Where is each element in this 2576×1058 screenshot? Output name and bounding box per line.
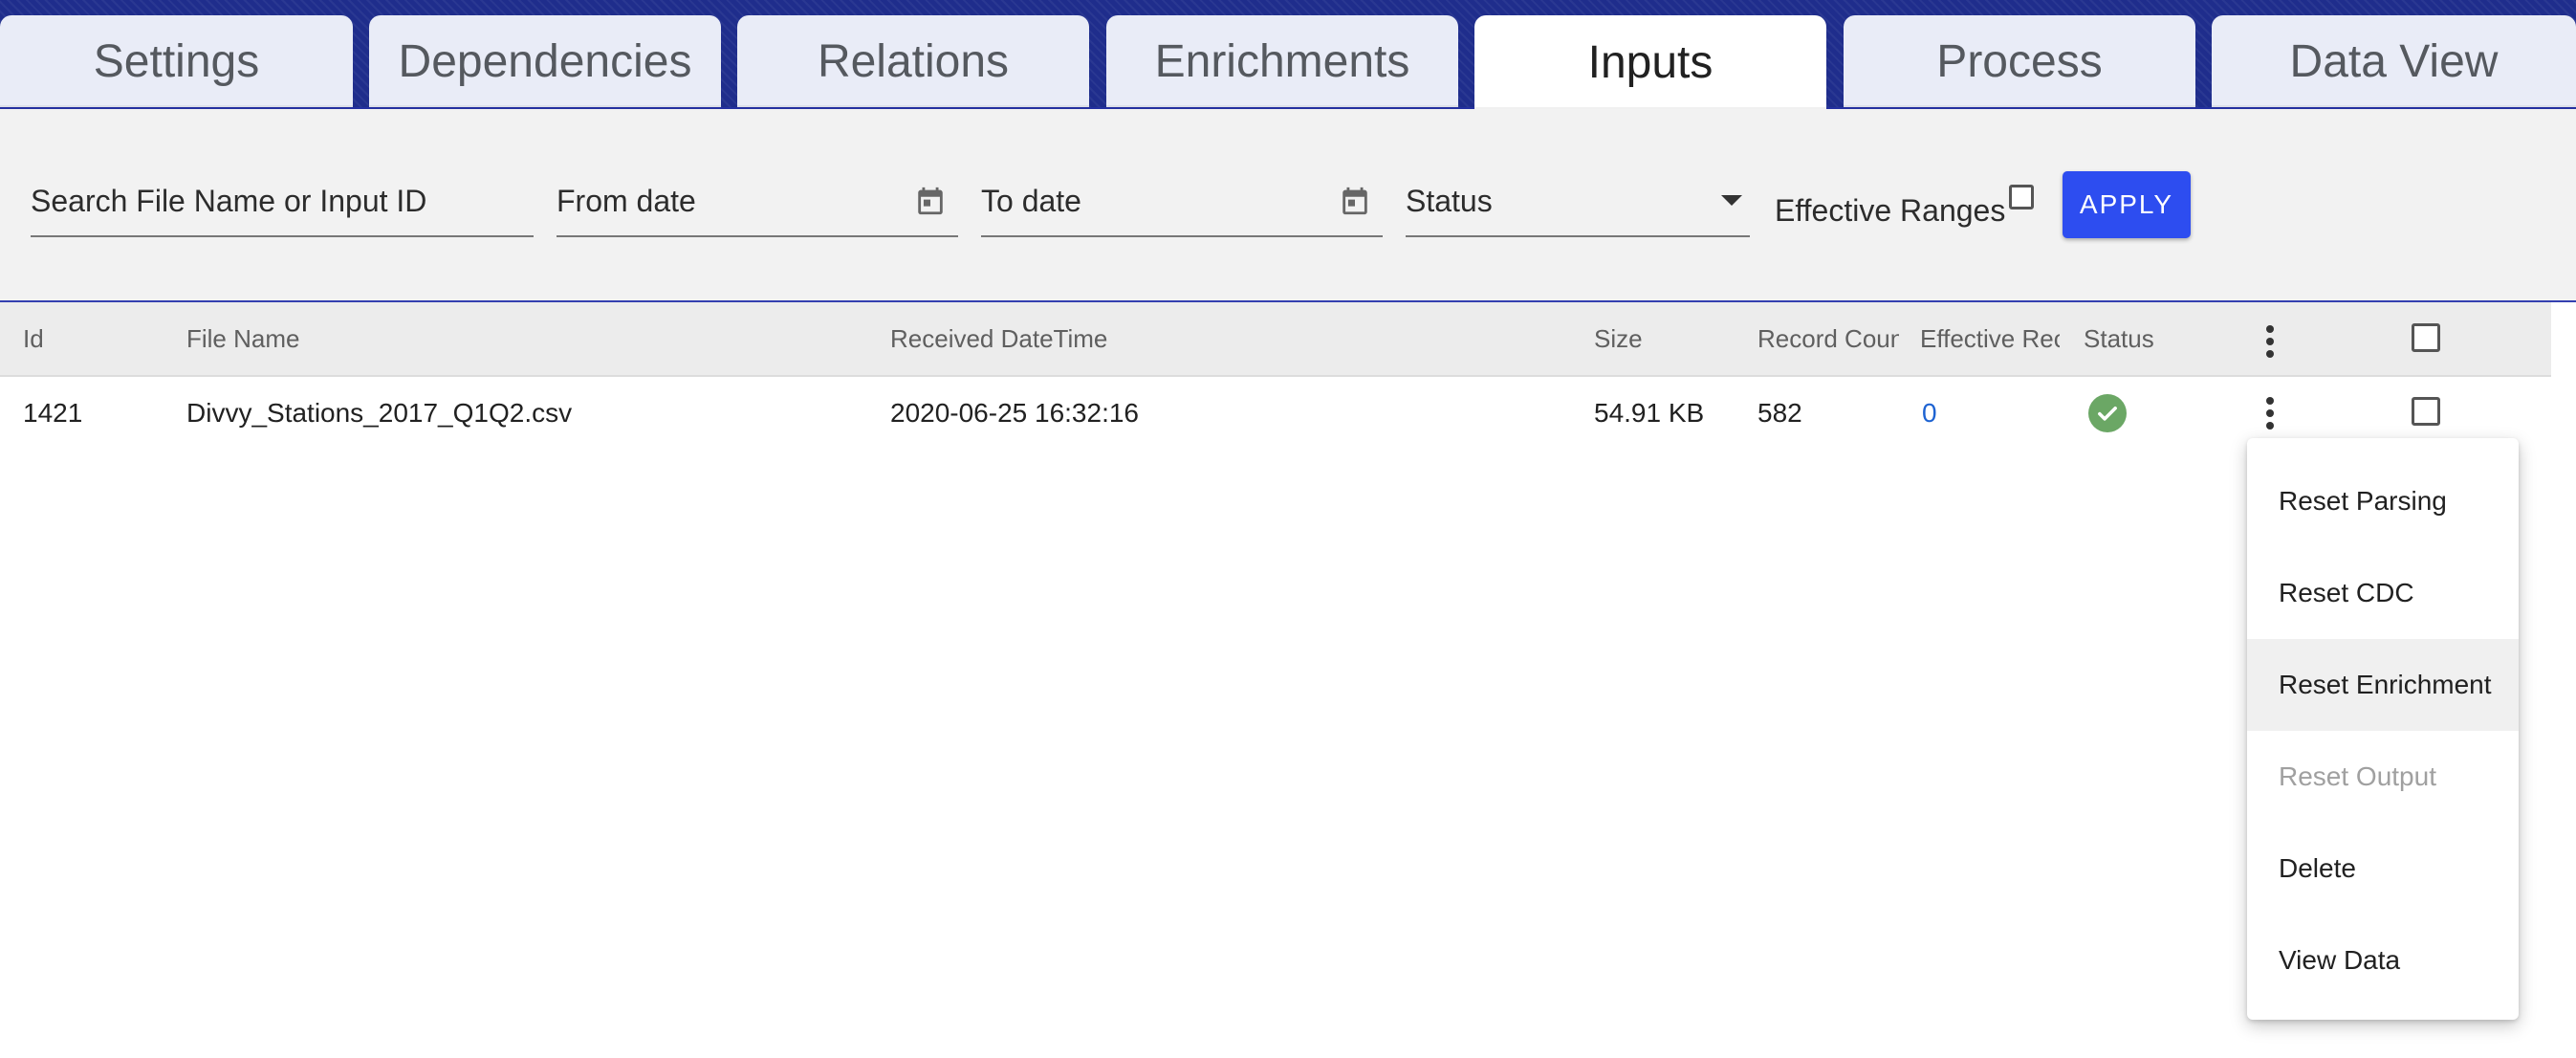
search-placeholder: Search File Name or Input ID	[31, 183, 427, 218]
apply-button[interactable]: APPLY	[2063, 171, 2191, 238]
status-select[interactable]: Status	[1406, 166, 1750, 237]
cell-file-name: Divvy_Stations_2017_Q1Q2.csv	[186, 398, 573, 428]
table-row[interactable]: 1421 Divvy_Stations_2017_Q1Q2.csv 2020-0…	[0, 377, 2551, 450]
column-header-effective-records[interactable]: Effective Rec	[1920, 302, 2060, 375]
menu-item-view-data[interactable]: View Data	[2247, 915, 2519, 1006]
menu-item-reset-enrichment[interactable]: Reset Enrichment	[2247, 639, 2519, 731]
tab-process[interactable]: Process	[1844, 15, 2195, 107]
from-date-placeholder: From date	[557, 183, 696, 218]
menu-item-reset-cdc[interactable]: Reset CDC	[2247, 547, 2519, 639]
to-date-placeholder: To date	[981, 183, 1081, 218]
tab-bar: Settings Dependencies Relations Enrichme…	[0, 0, 2576, 109]
cell-record-count: 582	[1757, 398, 1802, 428]
tab-data-view[interactable]: Data View	[2212, 15, 2576, 107]
tab-relations[interactable]: Relations	[737, 15, 1089, 107]
checkbox-box	[2412, 397, 2440, 426]
column-header-id[interactable]: Id	[23, 302, 44, 375]
row-select-checkbox[interactable]	[2412, 397, 2440, 426]
search-input[interactable]: Search File Name or Input ID	[31, 166, 534, 237]
effective-ranges-checkbox[interactable]	[2009, 185, 2034, 209]
menu-item-reset-output: Reset Output	[2279, 761, 2436, 791]
table-header: Id File Name Received DateTime Size Reco…	[0, 302, 2551, 377]
kebab-menu-icon[interactable]	[2265, 325, 2275, 358]
check-circle-icon	[2088, 394, 2127, 432]
checkbox-box	[2009, 185, 2034, 209]
tab-enrichments[interactable]: Enrichments	[1106, 15, 1458, 107]
calendar-icon[interactable]	[914, 184, 947, 218]
tab-inputs[interactable]: Inputs	[1474, 15, 1826, 109]
to-date-field[interactable]: To date	[981, 166, 1383, 237]
tab-dependencies[interactable]: Dependencies	[369, 15, 721, 107]
tab-settings[interactable]: Settings	[0, 15, 353, 107]
column-header-status[interactable]: Status	[2084, 302, 2154, 375]
cell-effective-records-link[interactable]: 0	[1922, 377, 1937, 450]
row-context-menu: Reset Parsing Reset CDC Reset Enrichment…	[2247, 438, 2519, 1020]
effective-ranges-label: Effective Ranges	[1775, 192, 2006, 228]
column-header-file-name[interactable]: File Name	[186, 302, 299, 375]
caret-down-icon	[1721, 195, 1742, 206]
checkmark-icon	[2098, 407, 2117, 421]
cell-id: 1421	[23, 398, 83, 428]
checkbox-box	[2412, 323, 2440, 352]
cell-received-datetime: 2020-06-25 16:32:16	[890, 398, 1139, 428]
column-header-received-datetime[interactable]: Received DateTime	[890, 302, 1107, 375]
menu-item-reset-parsing[interactable]: Reset Parsing	[2247, 455, 2519, 547]
calendar-icon[interactable]	[1339, 184, 1371, 218]
status-placeholder: Status	[1406, 183, 1493, 218]
select-all-checkbox[interactable]	[2412, 323, 2440, 352]
column-header-record-count[interactable]: Record Coun	[1757, 302, 1899, 375]
row-kebab-menu-icon[interactable]	[2265, 397, 2275, 430]
from-date-field[interactable]: From date	[557, 166, 958, 237]
column-header-size[interactable]: Size	[1594, 302, 1643, 375]
menu-item-delete[interactable]: Delete	[2247, 823, 2519, 915]
cell-size: 54.91 KB	[1594, 398, 1705, 428]
